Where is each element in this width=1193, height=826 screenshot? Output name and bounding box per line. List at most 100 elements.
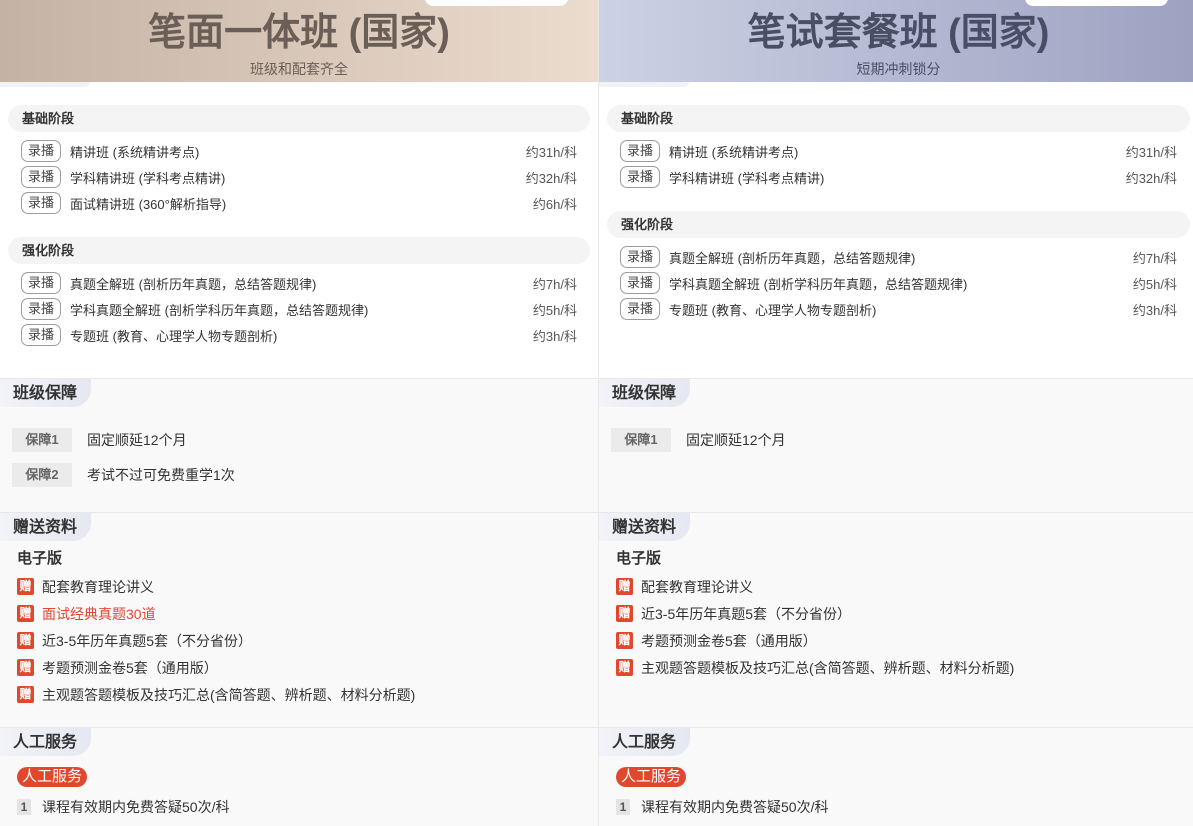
guarantee-badge: 保障1 <box>12 428 72 452</box>
guarantee-row: 保障1 固定顺延12个月 <box>611 428 786 452</box>
guarantee-text: 固定顺延12个月 <box>686 432 786 448</box>
course-name: 精讲班 (系统精讲考点) <box>669 144 799 160</box>
service-list: 1 课程有效期内免费答疑50次/科 <box>616 798 828 815</box>
guarantee-list: 保障1 固定顺延12个月 <box>611 428 786 452</box>
course-row: 录播 精讲班 (系统精讲考点) 约31h/科 <box>607 138 1190 164</box>
gift-text: 配套教育理论讲义 <box>42 578 154 595</box>
course-duration: 约32h/科 <box>1125 170 1177 186</box>
recorded-tag: 录播 <box>21 324 61 346</box>
package-header: 笔面一体班 (国家) 班级和配套齐全 <box>0 0 598 82</box>
course-name: 真题全解班 (剖析历年真题，总结答题规律) <box>70 276 317 292</box>
gift-badge: 赠 <box>17 578 34 595</box>
recorded-tag: 录播 <box>620 246 660 268</box>
course-duration: 约32h/科 <box>525 170 577 186</box>
guarantee-row: 保障2 考试不过可免费重学1次 <box>12 463 235 487</box>
gift-list: 赠 配套教育理论讲义 赠 近3-5年历年真题5套（不分省份） 赠 考题预测金卷5… <box>616 573 1014 681</box>
section-title: 人工服务 <box>13 734 78 751</box>
stage-title: 强化阶段 <box>607 211 1190 238</box>
course-name: 学科精讲班 (学科考点精讲) <box>70 170 226 186</box>
gift-text: 近3-5年历年真题5套（不分省份） <box>42 632 253 649</box>
course-duration: 约3h/科 <box>532 328 577 344</box>
gift-materials-section: 赠送资料 电子版 赠 配套教育理论讲义 赠 近3-5年历年真题5套（不分省份） … <box>599 513 1193 728</box>
course-duration: 约5h/科 <box>532 302 577 318</box>
course-duration: 约3h/科 <box>1132 302 1177 318</box>
guarantee-section: 班级保障 保障1 固定顺延12个月 <box>599 379 1193 513</box>
recorded-tag: 录播 <box>620 298 660 320</box>
course-package-comparison: 笔面一体班 (国家) 班级和配套齐全 基础阶段 录播 精讲班 (系统精讲考点) … <box>0 0 1193 826</box>
stage-course-list: 录播 真题全解班 (剖析历年真题，总结答题规律) 约7h/科 录播 学科真题全解… <box>8 270 590 348</box>
service-row: 1 课程有效期内免费答疑50次/科 <box>17 798 229 815</box>
gift-badge: 赠 <box>616 659 633 676</box>
package-subtitle: 班级和配套齐全 <box>250 61 348 77</box>
gift-list: 赠 配套教育理论讲义 赠 面试经典真题30道 赠 近3-5年历年真题5套（不分省… <box>17 573 415 708</box>
section-tab-decoration <box>599 82 689 87</box>
course-row: 录播 专题班 (教育、心理学人物专题剖析) 约3h/科 <box>607 296 1190 322</box>
guarantee-section: 班级保障 保障1 固定顺延12个月 保障2 考试不过可免费重学1次 <box>0 379 598 513</box>
course-row: 录播 专题班 (教育、心理学人物专题剖析) 约3h/科 <box>8 322 590 348</box>
gift-text: 面试经典真题30道 <box>42 605 156 622</box>
manual-service-section: 人工服务 人工服务 1 课程有效期内免费答疑50次/科 <box>0 728 598 826</box>
service-index: 1 <box>17 798 31 815</box>
package-title: 笔面一体班 (国家) <box>148 12 450 54</box>
recorded-tag: 录播 <box>620 140 660 162</box>
guarantee-badge: 保障1 <box>611 428 671 452</box>
gift-badge: 赠 <box>17 605 34 622</box>
stage-basic: 基础阶段 录播 精讲班 (系统精讲考点) 约31h/科 录播 学科精讲班 (学科… <box>607 105 1190 190</box>
gift-row: 赠 面试经典真题30道 <box>17 600 415 627</box>
section-title: 人工服务 <box>612 734 677 751</box>
guarantee-text: 固定顺延12个月 <box>87 432 187 448</box>
gift-text: 考题预测金卷5套（通用版） <box>42 659 218 676</box>
package-header: 笔试套餐班 (国家) 短期冲刺锁分 <box>599 0 1193 82</box>
course-name: 学科真题全解班 (剖析学科历年真题，总结答题规律) <box>70 302 369 318</box>
package-column-right: 笔试套餐班 (国家) 短期冲刺锁分 基础阶段 录播 精讲班 (系统精讲考点) 约… <box>599 0 1193 826</box>
course-duration: 约7h/科 <box>1132 250 1177 266</box>
gift-category: 电子版 <box>616 550 662 567</box>
stage-course-list: 录播 精讲班 (系统精讲考点) 约31h/科 录播 学科精讲班 (学科考点精讲)… <box>607 138 1190 190</box>
gift-badge: 赠 <box>17 686 34 703</box>
gift-badge: 赠 <box>616 578 633 595</box>
course-stages-section: 基础阶段 录播 精讲班 (系统精讲考点) 约31h/科 录播 学科精讲班 (学科… <box>599 82 1193 379</box>
course-row: 录播 精讲班 (系统精讲考点) 约31h/科 <box>8 138 590 164</box>
gift-row: 赠 配套教育理论讲义 <box>616 573 1014 600</box>
service-badge: 人工服务 <box>616 767 687 787</box>
course-row: 录播 学科精讲班 (学科考点精讲) 约32h/科 <box>8 164 590 190</box>
course-name: 专题班 (教育、心理学人物专题剖析) <box>70 328 278 344</box>
recorded-tag: 录播 <box>21 272 61 294</box>
stage-intensive: 强化阶段 录播 真题全解班 (剖析历年真题，总结答题规律) 约7h/科 录播 学… <box>607 211 1190 322</box>
package-title: 笔试套餐班 (国家) <box>747 12 1050 54</box>
header-tag <box>1025 0 1168 6</box>
package-subtitle: 短期冲刺锁分 <box>856 61 941 77</box>
stage-course-list: 录播 精讲班 (系统精讲考点) 约31h/科 录播 学科精讲班 (学科考点精讲)… <box>8 138 590 216</box>
stage-title: 基础阶段 <box>607 105 1190 132</box>
course-row: 录播 真题全解班 (剖析历年真题，总结答题规律) 约7h/科 <box>8 270 590 296</box>
gift-row: 赠 配套教育理论讲义 <box>17 573 415 600</box>
recorded-tag: 录播 <box>21 140 61 162</box>
course-row: 录播 学科精讲班 (学科考点精讲) 约32h/科 <box>607 164 1190 190</box>
guarantee-badge: 保障2 <box>12 463 72 487</box>
gift-text: 主观题答题模板及技巧汇总(含简答题、辨析题、材料分析题) <box>42 686 416 703</box>
section-title: 赠送资料 <box>612 519 677 536</box>
gift-badge: 赠 <box>17 659 34 676</box>
guarantee-text: 考试不过可免费重学1次 <box>87 467 235 483</box>
course-duration: 约31h/科 <box>1125 144 1177 160</box>
gift-materials-section: 赠送资料 电子版 赠 配套教育理论讲义 赠 面试经典真题30道 赠 近3-5年历… <box>0 513 598 728</box>
gift-row: 赠 近3-5年历年真题5套（不分省份） <box>616 600 1014 627</box>
section-title: 班级保障 <box>13 385 78 402</box>
course-name: 学科精讲班 (学科考点精讲) <box>669 170 825 186</box>
recorded-tag: 录播 <box>620 166 660 188</box>
stage-course-list: 录播 真题全解班 (剖析历年真题，总结答题规律) 约7h/科 录播 学科真题全解… <box>607 244 1190 322</box>
gift-text: 配套教育理论讲义 <box>641 578 753 595</box>
gift-row: 赠 考题预测金卷5套（通用版） <box>17 654 415 681</box>
course-duration: 约7h/科 <box>532 276 577 292</box>
course-duration: 约5h/科 <box>1132 276 1177 292</box>
course-name: 面试精讲班 (360°解析指导) <box>70 196 227 212</box>
recorded-tag: 录播 <box>21 192 61 214</box>
section-title: 赠送资料 <box>13 519 78 536</box>
gift-badge: 赠 <box>17 632 34 649</box>
gift-badge: 赠 <box>616 632 633 649</box>
gift-badge: 赠 <box>616 605 633 622</box>
stage-basic: 基础阶段 录播 精讲班 (系统精讲考点) 约31h/科 录播 学科精讲班 (学科… <box>8 105 590 216</box>
header-tag <box>425 0 568 6</box>
course-duration: 约31h/科 <box>525 144 577 160</box>
service-text: 课程有效期内免费答疑50次/科 <box>641 798 829 815</box>
